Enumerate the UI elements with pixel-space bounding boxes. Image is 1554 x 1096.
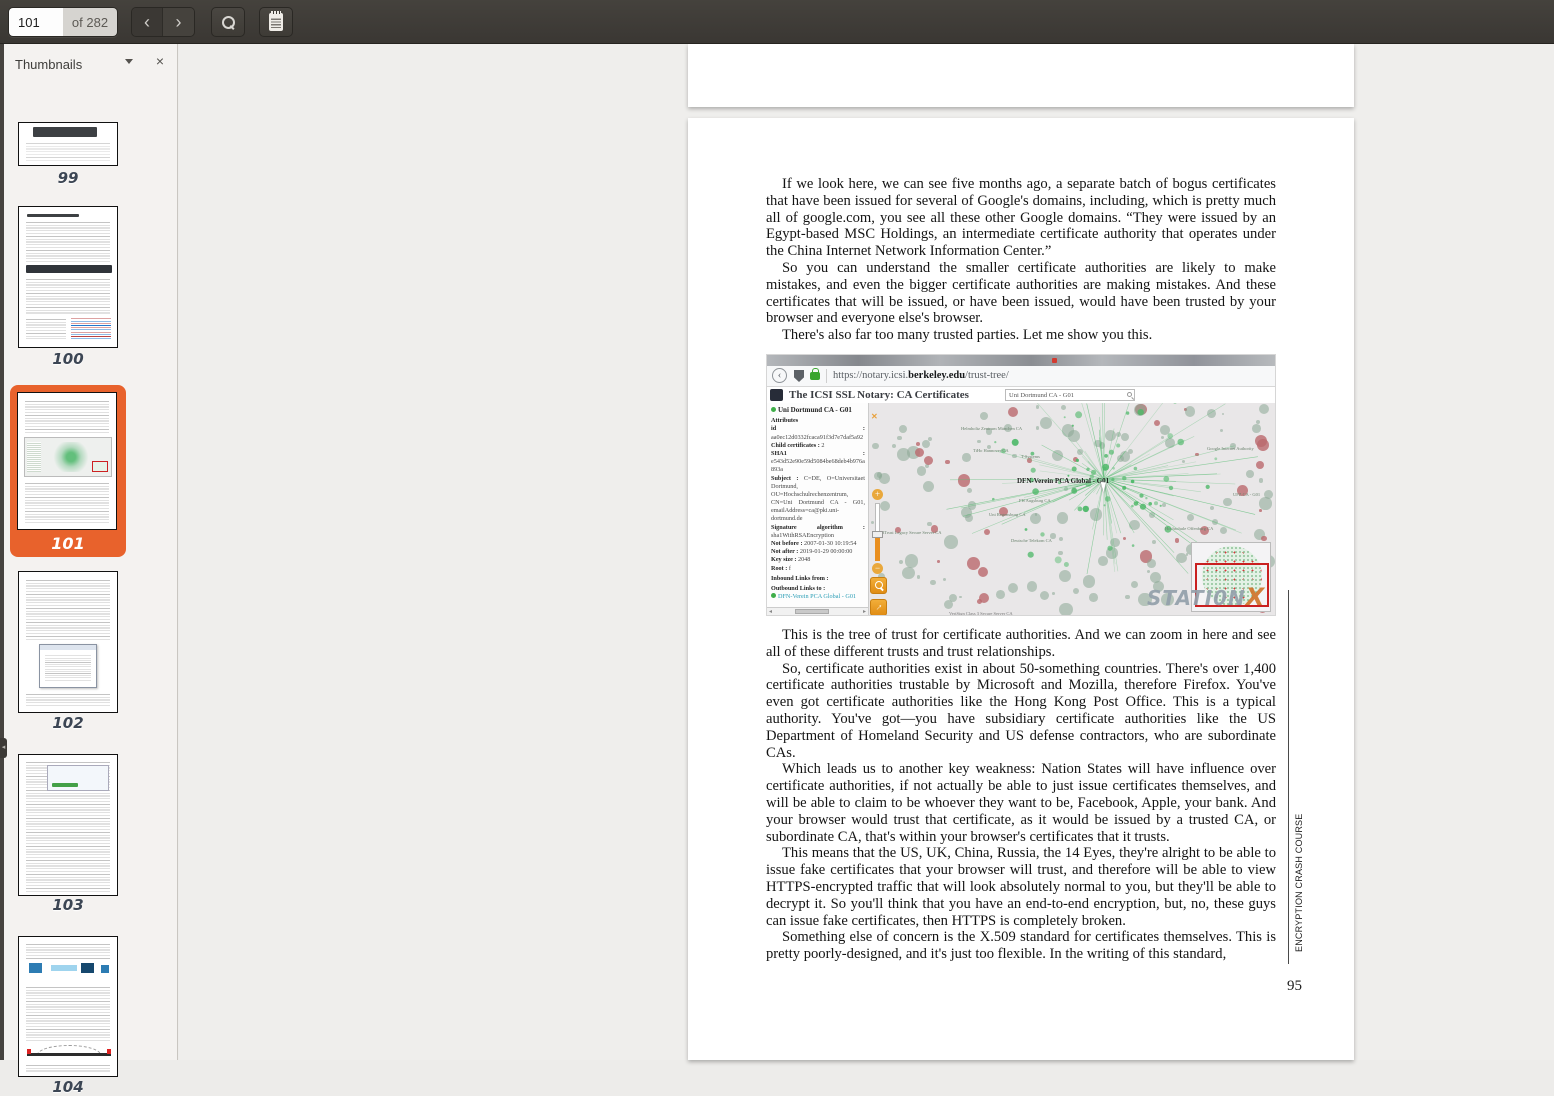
- figure-trust-tree-screenshot: ‹ https://notary.icsi.berkeley.edu/trust…: [766, 354, 1276, 616]
- margin-rule: [1288, 590, 1289, 964]
- magnifier-button: [870, 577, 887, 594]
- inbound-links-heading: Inbound Links from :: [771, 575, 865, 583]
- paragraph: This means that the US, UK, China, Russi…: [766, 845, 1276, 929]
- paragraph: Which leads us to another key weakness: …: [766, 761, 1276, 845]
- divider: [826, 369, 827, 383]
- thumbnail-page-99[interactable]: [18, 122, 118, 166]
- outbound-links-heading: Outbound Links to :: [771, 585, 865, 593]
- icsi-logo: [770, 389, 783, 401]
- chevron-down-icon: [125, 59, 133, 64]
- red-dot: [1052, 358, 1057, 363]
- page-body-text: If we look here, we can see five months …: [766, 176, 1276, 963]
- thumbnail-label: 102: [18, 714, 118, 732]
- zoom-out-icon: −: [872, 563, 883, 574]
- attributes-heading: Attributes: [771, 417, 865, 425]
- search-button[interactable]: [211, 7, 245, 37]
- thumbnails-sidebar: Thumbnails × 99 100 101 102: [0, 44, 178, 1060]
- thumbnail-page-100[interactable]: [18, 206, 118, 348]
- sidebar-close-button[interactable]: ×: [150, 51, 170, 71]
- thumbnail-page-104[interactable]: [18, 936, 118, 1077]
- search-icon: [1127, 392, 1132, 397]
- thumbnail-page-102[interactable]: [18, 571, 118, 713]
- green-node-icon: [771, 593, 776, 598]
- zoom-in-icon: +: [872, 489, 883, 500]
- browser-tab-strip: [767, 355, 1275, 366]
- previous-page-button[interactable]: ‹: [132, 8, 163, 36]
- previous-page-bottom: [688, 44, 1354, 107]
- chevron-right-icon: ›: [176, 12, 182, 33]
- certificate-title: Uni Dortmund CA - G01: [778, 406, 852, 414]
- thumbnail-page: [17, 392, 117, 530]
- thumbnail-page-101-selected[interactable]: 101: [10, 385, 126, 557]
- browser-screenshot: ‹ https://notary.icsi.berkeley.edu/trust…: [766, 354, 1276, 616]
- next-page-button[interactable]: ›: [163, 8, 194, 36]
- outbound-link: DFN-Verein PCA Global - G01: [778, 593, 856, 600]
- sidebar-title: Thumbnails: [15, 57, 82, 72]
- page-number-control: of 282: [8, 7, 118, 37]
- window-edge: [0, 44, 4, 1060]
- shield-icon: [794, 370, 804, 382]
- thumbnail-label: 104: [18, 1078, 118, 1096]
- search-icon: [222, 16, 235, 29]
- url-text: https://notary.icsi.berkeley.edu/trust-t…: [833, 368, 1009, 385]
- panel-scrollbar: ◂▸: [767, 607, 868, 615]
- page-total-label: of 282: [63, 8, 117, 36]
- paragraph: So you can understand the smaller certif…: [766, 260, 1276, 327]
- sidebar-resize-handle[interactable]: ◂: [0, 738, 7, 758]
- paragraph: If we look here, we can see five months …: [766, 176, 1276, 260]
- paragraph: So, certificate authorities exist in abo…: [766, 661, 1276, 762]
- expand-arrow-button: →: [870, 599, 887, 615]
- zoom-slider-fill: [875, 535, 880, 561]
- zoom-slider-handle: [872, 531, 883, 538]
- trust-graph: Helmholtz Zentrum München CA TiHo Hannov…: [869, 403, 1275, 615]
- document-view[interactable]: If we look here, we can see five months …: [179, 44, 1554, 1060]
- thumbnail-dialog-preview: [39, 644, 97, 688]
- annotations-button[interactable]: [259, 7, 293, 37]
- thumbnail-label: 99: [18, 169, 118, 187]
- current-page: If we look here, we can see five months …: [688, 118, 1354, 1060]
- thumbnail-graph-preview: [24, 437, 112, 477]
- page-number-input[interactable]: [9, 8, 63, 36]
- page-nav-buttons: ‹ ›: [131, 7, 195, 37]
- thumbnail-label: 100: [18, 350, 118, 368]
- lock-icon: [810, 372, 820, 380]
- thumbnail-screenshot-preview: [47, 765, 109, 791]
- document-icon: [269, 13, 283, 31]
- stationx-watermark: STATI0NX: [1147, 589, 1265, 607]
- thumbnail-page-103[interactable]: [18, 754, 118, 896]
- notary-content: Uni Dortmund CA - G01 Attributes id : aa…: [767, 403, 1275, 615]
- certificate-detail-panel: Uni Dortmund CA - G01 Attributes id : aa…: [767, 403, 869, 615]
- notary-site-header: The ICSI SSL Notary: CA Certificates Uni…: [767, 387, 1275, 403]
- thumbnail-network-diagram: [29, 963, 109, 979]
- paragraph: This is the tree of trust for certificat…: [766, 627, 1276, 661]
- selected-node-label: DFN-Verein PCA Global - G01: [1017, 473, 1109, 490]
- back-icon: ‹: [772, 368, 787, 383]
- sidebar-mode-dropdown[interactable]: [118, 52, 140, 70]
- notary-search-box: Uni Dortmund CA - G01: [1005, 389, 1135, 401]
- paragraph: Something else of concern is the X.509 s…: [766, 929, 1276, 963]
- notary-site-title: The ICSI SSL Notary: CA Certificates: [789, 387, 969, 404]
- close-icon: ✕: [871, 409, 878, 426]
- browser-url-bar: ‹ https://notary.icsi.berkeley.edu/trust…: [767, 366, 1275, 387]
- toolbar: of 282 ‹ ›: [0, 0, 1554, 44]
- thumbnail-label: 101: [10, 534, 126, 553]
- chapter-side-label: ENCRYPTION CRASH COURSE: [1294, 842, 1308, 952]
- paragraph: There's also far too many trusted partie…: [766, 327, 1276, 344]
- chevron-left-icon: ‹: [144, 12, 150, 33]
- thumbnail-label: 103: [18, 896, 118, 914]
- thumbnail-timeline-diagram: [27, 1045, 111, 1059]
- printed-page-number: 95: [1287, 978, 1302, 995]
- green-node-icon: [771, 407, 776, 412]
